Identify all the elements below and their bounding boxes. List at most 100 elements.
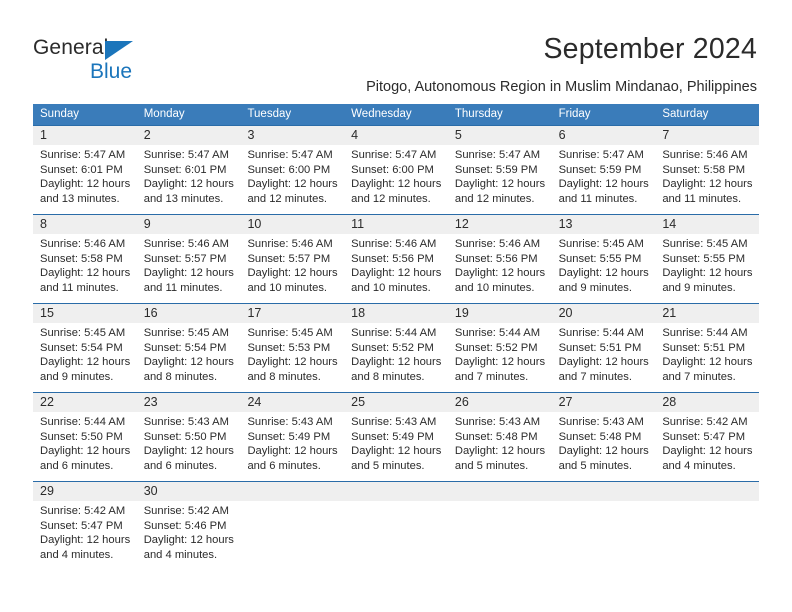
daylight-text-line2: and 5 minutes. bbox=[351, 459, 425, 472]
daylight-text-line1: Daylight: 12 hours bbox=[247, 356, 338, 369]
calendar-day-cell[interactable]: 14 Sunrise: 5:45 AM Sunset: 5:55 PM Dayl… bbox=[655, 215, 760, 303]
sunset-text: Sunset: 5:47 PM bbox=[40, 519, 123, 532]
day-details: Sunrise: 5:47 AM Sunset: 5:59 PM Dayligh… bbox=[448, 145, 552, 206]
calendar-day-cell[interactable]: 27 Sunrise: 5:43 AM Sunset: 5:48 PM Dayl… bbox=[551, 393, 656, 481]
calendar-day-cell[interactable]: 22 Sunrise: 5:44 AM Sunset: 5:50 PM Dayl… bbox=[33, 393, 137, 481]
sunrise-text: Sunrise: 5:43 AM bbox=[247, 416, 333, 428]
calendar-day-cell[interactable]: 25 Sunrise: 5:43 AM Sunset: 5:49 PM Dayl… bbox=[344, 393, 448, 481]
sunrise-text: Sunrise: 5:45 AM bbox=[662, 238, 748, 250]
day-number bbox=[655, 482, 760, 501]
logo-triangle-icon bbox=[105, 41, 133, 60]
sunrise-text: Sunrise: 5:46 AM bbox=[454, 238, 541, 250]
calendar-day-cell[interactable]: 29 Sunrise: 5:42 AM Sunset: 5:47 PM Dayl… bbox=[33, 482, 137, 570]
daylight-text-line2: and 5 minutes. bbox=[558, 459, 632, 472]
daylight-text-line1: Daylight: 12 hours bbox=[351, 178, 442, 191]
weekday-header-thursday: Thursday bbox=[454, 108, 503, 120]
daylight-text-line1: Daylight: 12 hours bbox=[662, 445, 753, 458]
calendar-weekday-header-row: Sunday Monday Tuesday Wednesday Thursday… bbox=[33, 104, 759, 125]
calendar-week-row: 29 Sunrise: 5:42 AM Sunset: 5:47 PM Dayl… bbox=[33, 481, 760, 570]
daylight-text-line1: Daylight: 12 hours bbox=[351, 267, 442, 280]
sunrise-text: Sunrise: 5:46 AM bbox=[40, 238, 126, 250]
calendar-day-cell[interactable]: 26 Sunrise: 5:43 AM Sunset: 5:48 PM Dayl… bbox=[447, 393, 552, 481]
sunrise-text: Sunrise: 5:47 AM bbox=[40, 149, 126, 161]
sunset-text: Sunset: 5:53 PM bbox=[247, 341, 331, 354]
calendar-day-cell[interactable]: 16 Sunrise: 5:45 AM Sunset: 5:54 PM Dayl… bbox=[136, 304, 241, 392]
sunset-text: Sunset: 5:51 PM bbox=[558, 341, 642, 354]
calendar-day-cell[interactable]: 12 Sunrise: 5:46 AM Sunset: 5:56 PM Dayl… bbox=[447, 215, 552, 303]
daylight-text-line2: and 11 minutes. bbox=[662, 192, 742, 205]
daylight-text-line2: and 10 minutes. bbox=[351, 281, 431, 294]
day-number: 25 bbox=[344, 393, 448, 412]
calendar-day-cell[interactable]: 21 Sunrise: 5:44 AM Sunset: 5:51 PM Dayl… bbox=[655, 304, 760, 392]
day-number: 15 bbox=[33, 304, 137, 323]
day-number: 12 bbox=[447, 215, 552, 234]
daylight-text-line2: and 7 minutes. bbox=[558, 370, 632, 383]
sunrise-text: Sunrise: 5:44 AM bbox=[40, 416, 126, 428]
calendar-day-cell[interactable]: 20 Sunrise: 5:44 AM Sunset: 5:51 PM Dayl… bbox=[551, 304, 656, 392]
sunrise-text: Sunrise: 5:44 AM bbox=[558, 327, 644, 339]
daylight-text-line2: and 6 minutes. bbox=[40, 459, 114, 472]
calendar-day-cell[interactable]: 28 Sunrise: 5:42 AM Sunset: 5:47 PM Dayl… bbox=[655, 393, 760, 481]
daylight-text-line1: Daylight: 12 hours bbox=[558, 267, 649, 280]
sunrise-text: Sunrise: 5:47 AM bbox=[558, 149, 644, 161]
sunrise-text: Sunrise: 5:42 AM bbox=[40, 505, 126, 517]
daylight-text-line1: Daylight: 12 hours bbox=[662, 178, 753, 191]
calendar-day-cell-empty bbox=[344, 482, 448, 570]
day-number bbox=[447, 482, 552, 501]
logo-text-general: General bbox=[33, 36, 109, 59]
sunrise-text: Sunrise: 5:43 AM bbox=[558, 416, 644, 428]
calendar-day-cell[interactable]: 2 Sunrise: 5:47 AM Sunset: 6:01 PM Dayli… bbox=[136, 126, 241, 214]
calendar-day-cell[interactable]: 13 Sunrise: 5:45 AM Sunset: 5:55 PM Dayl… bbox=[551, 215, 656, 303]
daylight-text-line1: Daylight: 12 hours bbox=[143, 267, 234, 280]
calendar-day-cell[interactable]: 6 Sunrise: 5:47 AM Sunset: 5:59 PM Dayli… bbox=[551, 126, 656, 214]
day-number: 16 bbox=[136, 304, 241, 323]
sunrise-text: Sunrise: 5:44 AM bbox=[662, 327, 748, 339]
sunset-text: Sunset: 5:51 PM bbox=[662, 341, 746, 354]
day-details: Sunrise: 5:43 AM Sunset: 5:49 PM Dayligh… bbox=[344, 412, 448, 473]
calendar-day-cell[interactable]: 1 Sunrise: 5:47 AM Sunset: 6:01 PM Dayli… bbox=[33, 126, 137, 214]
day-number: 27 bbox=[551, 393, 656, 412]
day-number: 28 bbox=[655, 393, 760, 412]
sunset-text: Sunset: 5:49 PM bbox=[351, 430, 434, 443]
daylight-text-line2: and 5 minutes. bbox=[454, 459, 529, 472]
day-number: 19 bbox=[447, 304, 552, 323]
calendar-day-cell[interactable]: 11 Sunrise: 5:46 AM Sunset: 5:56 PM Dayl… bbox=[344, 215, 448, 303]
calendar-day-cell[interactable]: 3 Sunrise: 5:47 AM Sunset: 6:00 PM Dayli… bbox=[240, 126, 345, 214]
calendar-day-cell[interactable]: 10 Sunrise: 5:46 AM Sunset: 5:57 PM Dayl… bbox=[240, 215, 345, 303]
calendar-day-cell[interactable]: 23 Sunrise: 5:43 AM Sunset: 5:50 PM Dayl… bbox=[136, 393, 241, 481]
daylight-text-line1: Daylight: 12 hours bbox=[558, 445, 649, 458]
calendar-day-cell[interactable]: 9 Sunrise: 5:46 AM Sunset: 5:57 PM Dayli… bbox=[136, 215, 241, 303]
calendar-day-cell-empty bbox=[240, 482, 345, 570]
sunrise-text: Sunrise: 5:45 AM bbox=[558, 238, 644, 250]
sunrise-text: Sunrise: 5:43 AM bbox=[143, 416, 229, 428]
calendar-day-cell[interactable]: 5 Sunrise: 5:47 AM Sunset: 5:59 PM Dayli… bbox=[447, 126, 552, 214]
calendar-day-cell[interactable]: 8 Sunrise: 5:46 AM Sunset: 5:58 PM Dayli… bbox=[33, 215, 137, 303]
sunset-text: Sunset: 5:59 PM bbox=[558, 163, 642, 176]
calendar-day-cell[interactable]: 4 Sunrise: 5:47 AM Sunset: 6:00 PM Dayli… bbox=[344, 126, 448, 214]
sunrise-text: Sunrise: 5:44 AM bbox=[351, 327, 437, 339]
sunrise-text: Sunrise: 5:46 AM bbox=[662, 149, 748, 161]
sunset-text: Sunset: 5:57 PM bbox=[247, 252, 331, 265]
daylight-text-line2: and 4 minutes. bbox=[40, 548, 114, 561]
sunrise-text: Sunrise: 5:46 AM bbox=[247, 238, 333, 250]
calendar-week-row: 8 Sunrise: 5:46 AM Sunset: 5:58 PM Dayli… bbox=[33, 214, 760, 303]
calendar-week-row: 15 Sunrise: 5:45 AM Sunset: 5:54 PM Dayl… bbox=[33, 303, 760, 392]
calendar-day-cell[interactable]: 24 Sunrise: 5:43 AM Sunset: 5:49 PM Dayl… bbox=[240, 393, 345, 481]
calendar-day-cell[interactable]: 7 Sunrise: 5:46 AM Sunset: 5:58 PM Dayli… bbox=[655, 126, 760, 214]
calendar-day-cell[interactable]: 15 Sunrise: 5:45 AM Sunset: 5:54 PM Dayl… bbox=[33, 304, 137, 392]
day-details: Sunrise: 5:46 AM Sunset: 5:58 PM Dayligh… bbox=[655, 145, 759, 206]
day-details: Sunrise: 5:44 AM Sunset: 5:52 PM Dayligh… bbox=[344, 323, 448, 384]
calendar-day-cell[interactable]: 30 Sunrise: 5:42 AM Sunset: 5:46 PM Dayl… bbox=[136, 482, 241, 570]
daylight-text-line2: and 11 minutes. bbox=[40, 281, 119, 294]
daylight-text-line1: Daylight: 12 hours bbox=[662, 356, 753, 369]
daylight-text-line2: and 8 minutes. bbox=[351, 370, 425, 383]
calendar-day-cell[interactable]: 19 Sunrise: 5:44 AM Sunset: 5:52 PM Dayl… bbox=[447, 304, 552, 392]
sunset-text: Sunset: 5:47 PM bbox=[662, 430, 746, 443]
day-number: 1 bbox=[33, 126, 137, 145]
calendar-day-cell[interactable]: 18 Sunrise: 5:44 AM Sunset: 5:52 PM Dayl… bbox=[344, 304, 448, 392]
day-number: 4 bbox=[344, 126, 448, 145]
calendar-day-cell[interactable]: 17 Sunrise: 5:45 AM Sunset: 5:53 PM Dayl… bbox=[240, 304, 345, 392]
sunrise-text: Sunrise: 5:47 AM bbox=[454, 149, 541, 161]
day-number: 21 bbox=[655, 304, 760, 323]
daylight-text-line1: Daylight: 12 hours bbox=[558, 178, 649, 191]
